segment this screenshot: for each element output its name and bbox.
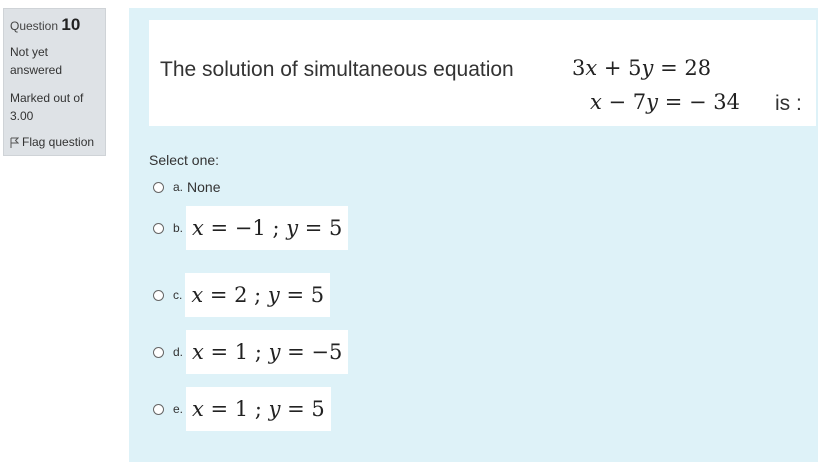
option-text-b: x = −1 ; y = 5 <box>186 206 349 250</box>
equation-1: 3x + 5y = 28 <box>572 56 712 80</box>
answer-option-a[interactable]: a. None <box>153 179 220 195</box>
grade-line-1: Marked out of <box>10 91 84 105</box>
option-text-a: None <box>187 179 221 195</box>
answer-option-c[interactable]: c. x = 2 ; y = 5 <box>153 273 331 317</box>
radio-option-a[interactable] <box>153 181 164 193</box>
flag-question-label: Flag question <box>22 135 95 149</box>
option-letter-a: a. <box>173 180 184 194</box>
option-letter-e: e. <box>173 402 184 416</box>
radio-option-d[interactable] <box>153 346 164 358</box>
option-text-e: x = 1 ; y = 5 <box>186 387 331 431</box>
select-one-prompt: Select one: <box>149 152 220 168</box>
answer-option-e[interactable]: e. x = 1 ; y = 5 <box>153 387 331 431</box>
question-number: Question 10 <box>10 15 99 35</box>
question-text: The solution of simultaneous equation <box>160 58 514 81</box>
radio-option-e[interactable] <box>153 403 164 415</box>
question-info-panel: Question 10 Not yet answered Marked out … <box>3 8 106 156</box>
question-label: Question <box>10 19 59 33</box>
option-text-c: x = 2 ; y = 5 <box>185 273 331 317</box>
answer-option-d[interactable]: d. x = 1 ; y = −5 <box>153 330 349 374</box>
question-suffix: is : <box>775 92 802 115</box>
question-content: The solution of simultaneous equation 3x… <box>129 8 818 462</box>
grade-line-2: 3.00 <box>10 109 34 123</box>
flag-question-button[interactable]: Flag question <box>10 135 99 149</box>
flag-icon <box>10 137 19 148</box>
radio-option-b[interactable] <box>153 222 164 234</box>
answer-option-b[interactable]: b. x = −1 ; y = 5 <box>153 206 349 250</box>
question-grade: Marked out of 3.00 <box>10 89 99 125</box>
question-text-box: The solution of simultaneous equation 3x… <box>149 20 816 126</box>
state-line-1: Not yet <box>10 45 49 59</box>
state-line-2: answered <box>10 63 63 77</box>
option-text-d: x = 1 ; y = −5 <box>186 330 349 374</box>
question-number-value: 10 <box>61 15 81 34</box>
radio-option-c[interactable] <box>153 289 164 301</box>
equation-2: x − 7y = − 34 <box>590 90 740 114</box>
option-letter-d: d. <box>173 345 184 359</box>
option-letter-b: b. <box>173 221 184 235</box>
question-state: Not yet answered <box>10 43 99 79</box>
option-letter-c: c. <box>173 288 183 302</box>
